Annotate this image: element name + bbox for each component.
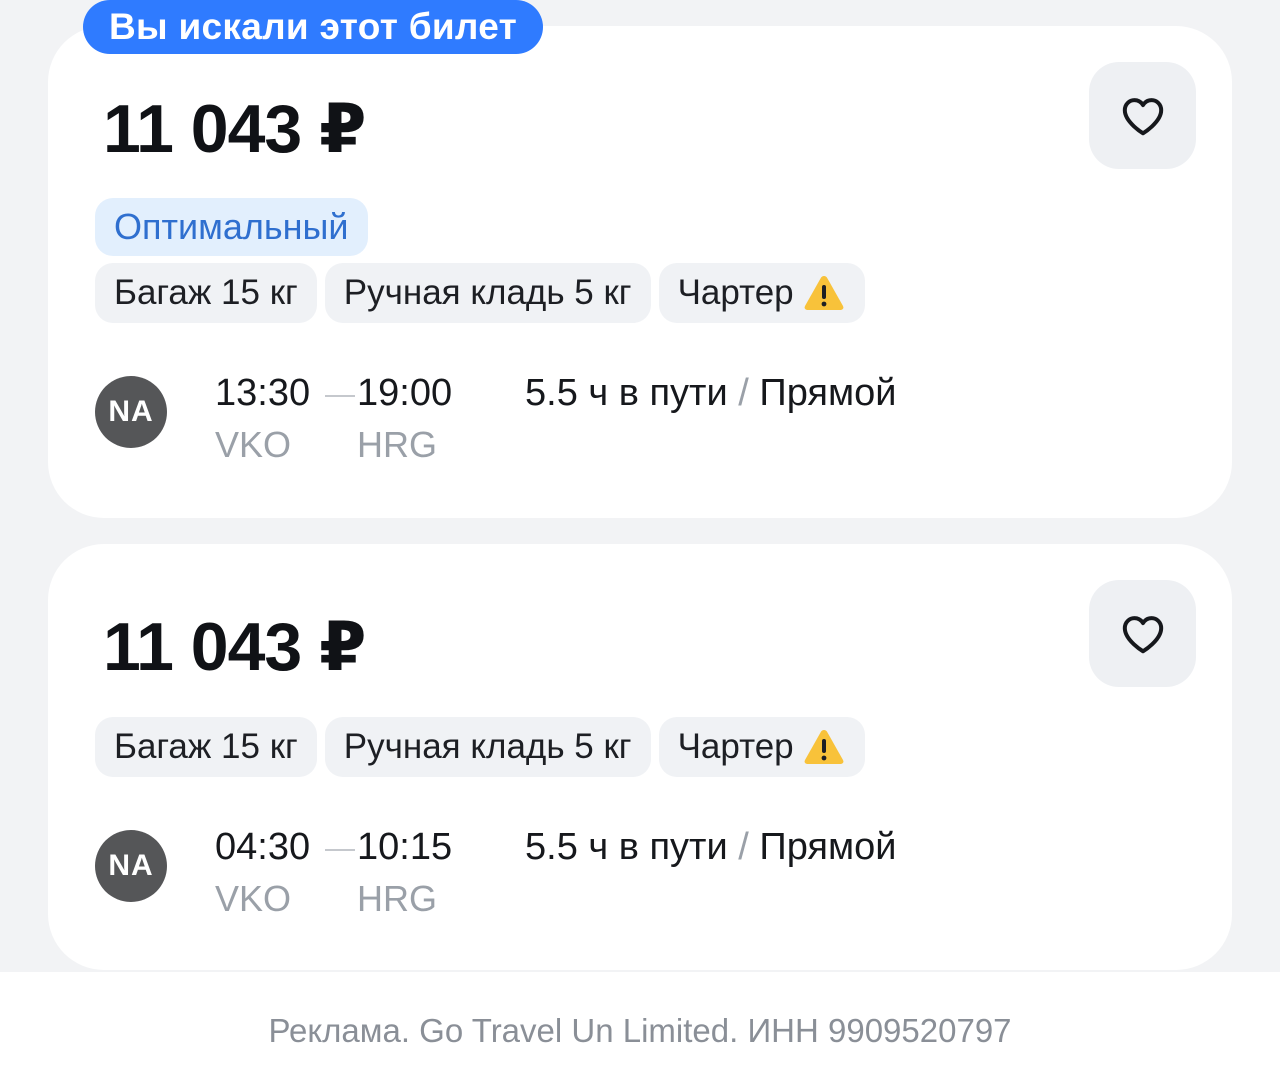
heart-icon xyxy=(1122,97,1163,135)
airline-logo: NA xyxy=(95,830,167,902)
warning-triangle-icon xyxy=(804,276,844,310)
charter-chip: Чартер xyxy=(658,717,865,777)
favorite-button[interactable] xyxy=(1089,62,1196,169)
duration-separator: / xyxy=(738,372,749,414)
ticket-card[interactable]: 11 043 ₽ Багаж 15 кг Ручная кладь 5 кг Ч… xyxy=(48,544,1232,970)
search-results-page: 11 043 ₽ Оптимальный Багаж 15 кг Ручная … xyxy=(0,0,1280,1087)
hand-luggage-label: Ручная кладь 5 кг xyxy=(343,273,632,312)
baggage-chip: Багаж 15 кг xyxy=(95,717,317,777)
arrival-airport: HRG xyxy=(357,424,437,465)
airline-logo: NA xyxy=(95,376,167,448)
departure-airport: VKO xyxy=(215,424,292,465)
departure-time: 04:30 xyxy=(215,826,311,868)
duration-text: 5.5 ч в пути xyxy=(525,372,728,414)
departure-time: 13:30 xyxy=(215,372,311,414)
arrival-time: 19:00 xyxy=(357,372,453,414)
flight-duration: 5.5 ч в пути / Прямой xyxy=(525,372,896,415)
ticket-features: Багаж 15 кг Ручная кладь 5 кг Чартер xyxy=(95,717,865,777)
hand-luggage-chip: Ручная кладь 5 кг xyxy=(324,717,651,777)
time-divider xyxy=(325,849,355,851)
optimal-badge: Оптимальный xyxy=(95,198,368,256)
ticket-card[interactable]: 11 043 ₽ Оптимальный Багаж 15 кг Ручная … xyxy=(48,26,1232,518)
ad-disclaimer: Реклама. Go Travel Un Limited. ИНН 99095… xyxy=(268,1012,1012,1049)
charter-chip: Чартер xyxy=(658,263,865,323)
hand-luggage-chip: Ручная кладь 5 кг xyxy=(324,263,651,323)
hand-luggage-label: Ручная кладь 5 кг xyxy=(343,727,632,766)
flight-segment: NA 13:30 19:00 VKO HRG 5.5 ч в пути / Пр… xyxy=(95,372,1095,472)
baggage-label: Багаж 15 кг xyxy=(114,727,298,766)
warning-triangle-icon xyxy=(804,730,844,764)
stops-text: Прямой xyxy=(759,826,897,868)
baggage-chip: Багаж 15 кг xyxy=(95,263,317,323)
ad-footer: Реклама. Go Travel Un Limited. ИНН 99095… xyxy=(0,972,1280,1087)
stops-text: Прямой xyxy=(759,372,897,414)
flight-segment: NA 04:30 10:15 VKO HRG 5.5 ч в пути / Пр… xyxy=(95,826,1095,926)
ticket-price: 11 043 ₽ xyxy=(103,609,366,685)
heart-icon xyxy=(1122,615,1163,653)
duration-text: 5.5 ч в пути xyxy=(525,826,728,868)
ticket-price: 11 043 ₽ xyxy=(103,91,366,167)
duration-separator: / xyxy=(738,826,749,868)
time-divider xyxy=(325,395,355,397)
charter-label: Чартер xyxy=(677,727,794,766)
flight-duration: 5.5 ч в пути / Прямой xyxy=(525,826,896,869)
charter-label: Чартер xyxy=(677,273,794,312)
baggage-label: Багаж 15 кг xyxy=(114,273,298,312)
arrival-airport: HRG xyxy=(357,878,437,919)
searched-ticket-label: Вы искали этот билет xyxy=(83,0,544,54)
departure-airport: VKO xyxy=(215,878,292,919)
arrival-time: 10:15 xyxy=(357,826,453,868)
favorite-button[interactable] xyxy=(1089,580,1196,687)
ticket-features: Багаж 15 кг Ручная кладь 5 кг Чартер xyxy=(95,263,865,323)
